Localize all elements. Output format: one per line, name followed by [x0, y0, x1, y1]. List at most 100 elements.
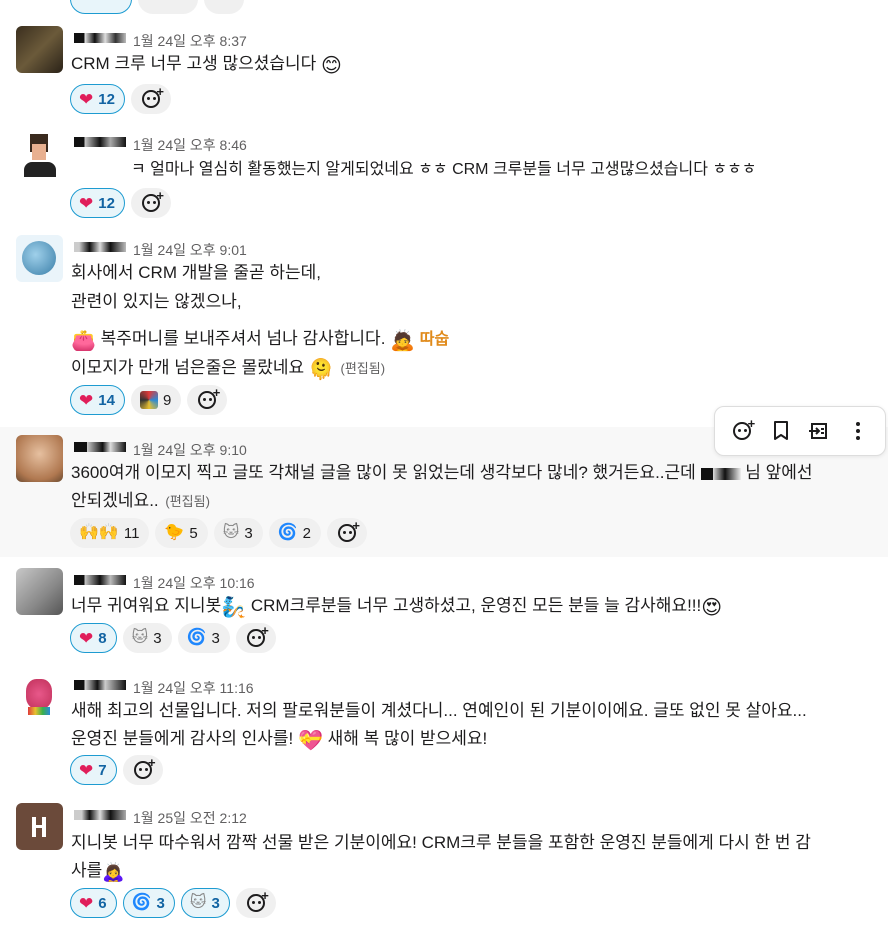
reaction-pill[interactable]: [138, 0, 198, 14]
message: 1월 25일 오전 2:12 지니봇 너무 따수워서 깜짝 선물 받은 기분이에…: [0, 795, 888, 928]
add-reaction-icon: +: [246, 623, 269, 647]
add-reaction-icon: +: [733, 416, 755, 440]
custom-cat-emoji-icon: 🐱: [189, 894, 207, 911]
custom-cat-emoji-icon: 🐱: [222, 524, 240, 541]
timestamp[interactable]: 1월 24일 오후 11:16: [133, 678, 254, 698]
avatar[interactable]: [16, 568, 63, 615]
message: 1월 24일 오후 9:01 회사에서 CRM 개발을 줄곧 하는데, 관련이 …: [0, 227, 888, 423]
forward-action[interactable]: [803, 415, 835, 447]
reaction-custom[interactable]: 🐱 3: [122, 623, 172, 653]
reaction-pill[interactable]: [70, 0, 132, 14]
reaction-custom[interactable]: 🐤 5: [155, 518, 208, 548]
reaction-heart[interactable]: ❤ 14: [70, 385, 125, 415]
custom-emoji-icon: 🐤: [164, 524, 185, 541]
avatar[interactable]: [16, 673, 63, 720]
sender-name[interactable]: [74, 807, 126, 823]
person-emoji-icon: 🙇: [390, 330, 416, 352]
reaction-row: ❤ 6 🌀 3 🐱 3 +: [70, 888, 276, 920]
reaction-row: 🙌🙌 11 🐤 5 🐱 3 🌀 2 +: [70, 518, 367, 550]
timestamp[interactable]: 1월 24일 오후 8:46: [133, 135, 247, 155]
forward-icon: [809, 423, 828, 439]
custom-cat-emoji-icon: 🐱: [131, 629, 149, 646]
reaction-custom[interactable]: 🌀 3: [122, 888, 175, 918]
heart-icon: ❤: [79, 390, 94, 410]
lucky-bag-emoji-icon: 👛: [71, 330, 96, 352]
add-reaction-button[interactable]: +: [235, 888, 276, 918]
reaction-custom[interactable]: 🌀 2: [268, 518, 321, 548]
raised-hands-icon: 🙌🙌: [79, 524, 119, 541]
avatar[interactable]: [16, 130, 63, 177]
timestamp[interactable]: 1월 24일 오후 9:01: [133, 240, 247, 260]
add-reaction-icon: +: [141, 188, 164, 212]
message-text: ㅋ 얼마나 열심히 활동했는지 알게되었네요 ㅎㅎ CRM 크루분들 너무 고생…: [131, 161, 757, 178]
add-reaction-icon: +: [133, 755, 156, 779]
sender-name[interactable]: [74, 572, 126, 588]
reaction-custom[interactable]: 🐱 3: [180, 888, 230, 918]
message-text: 회사에서 CRM 개발을 줄곧 하는데,: [71, 263, 322, 282]
add-reaction-icon: +: [246, 888, 269, 912]
heart-icon: ❤: [79, 893, 94, 913]
genie-emoji-icon: 🧞: [221, 597, 247, 619]
reaction-heart[interactable]: ❤ 8: [70, 623, 117, 653]
reaction-row: ❤ 7 +: [70, 755, 163, 787]
message-text: 지니봇 너무 따수워서 깜짝 선물 받은 기분이에요! CRM크루 분들을 포함…: [71, 833, 811, 852]
timestamp[interactable]: 1월 24일 오후 8:37: [133, 31, 247, 51]
reaction-raised-hands[interactable]: 🙌🙌 11: [70, 518, 150, 548]
message-text: 안되겠네요.. (편집됨): [71, 491, 210, 510]
more-actions[interactable]: [842, 415, 874, 447]
add-reaction-icon: +: [141, 84, 164, 108]
reaction-heart[interactable]: ❤ 12: [70, 188, 125, 218]
message-text: 이모지가 만개 넘은줄은 몰랐네요 🫠 (편집됨): [71, 358, 386, 381]
timestamp[interactable]: 1월 24일 오후 9:10: [133, 440, 247, 460]
mention-name[interactable]: [700, 467, 741, 480]
message: 1월 24일 오후 10:16 너무 귀여워요 지니봇🧞 CRM크루분들 너무 …: [0, 560, 888, 660]
add-reaction-button[interactable]: +: [130, 188, 171, 218]
message: 1월 24일 오후 8:46 ㅋ 얼마나 열심히 활동했는지 알게되었네요 ㅎㅎ…: [0, 122, 888, 222]
add-reaction-button[interactable]: +: [187, 385, 228, 415]
edited-label: (편집됨): [165, 494, 210, 509]
message-text: 3600여개 이모지 찍고 글또 각채널 글을 많이 못 읽었는데 생각보다 많…: [71, 463, 813, 482]
message-text: 운영진 분들에게 감사의 인사를! 💝 새해 복 많이 받으세요!: [71, 729, 488, 752]
avatar[interactable]: [16, 435, 63, 482]
message-text: 새해 최고의 선물입니다. 저의 팔로워분들이 계셨다니... 연예인이 된 기…: [71, 701, 807, 720]
avatar[interactable]: [16, 803, 63, 850]
edited-label: (편집됨): [340, 361, 386, 376]
heart-icon: ❤: [79, 193, 94, 213]
add-reaction-button[interactable]: +: [130, 84, 171, 114]
melting-face-emoji-icon: 🫠: [308, 359, 334, 381]
avatar[interactable]: [16, 235, 63, 282]
reaction-row: ❤ 12 +: [70, 188, 171, 220]
sender-name[interactable]: [74, 134, 126, 150]
reaction-heart[interactable]: ❤ 6: [70, 888, 117, 918]
add-reaction-button[interactable]: +: [326, 518, 367, 548]
heart-icon: ❤: [79, 89, 94, 109]
warm-emoji-text: 따숩: [419, 331, 450, 348]
more-icon: [855, 422, 860, 440]
save-action[interactable]: [765, 415, 797, 447]
timestamp[interactable]: 1월 25일 오전 2:12: [133, 808, 247, 828]
add-reaction-button[interactable]: [204, 0, 244, 14]
sender-name[interactable]: [74, 239, 126, 255]
message-text: 👛 복주머니를 보내주셔서 넘나 감사합니다. 🙇 따숩: [71, 329, 450, 352]
add-reaction-button[interactable]: +: [122, 755, 163, 785]
bookmark-icon: [773, 421, 788, 440]
add-reaction-button[interactable]: +: [235, 623, 276, 653]
reaction-custom[interactable]: 9: [130, 385, 182, 415]
sender-name[interactable]: [74, 30, 126, 46]
add-reaction-icon: +: [198, 385, 220, 409]
reaction-custom[interactable]: 🌀 3: [177, 623, 230, 653]
sender-name[interactable]: [74, 677, 126, 693]
sender-name[interactable]: [74, 439, 126, 455]
reaction-custom[interactable]: 🐱 3: [213, 518, 263, 548]
reaction-heart[interactable]: ❤ 12: [70, 84, 125, 114]
add-reaction-action[interactable]: +: [726, 415, 758, 447]
heart-gift-emoji-icon: 💝: [297, 730, 323, 752]
heart-icon: ❤: [79, 760, 94, 780]
timestamp[interactable]: 1월 24일 오후 10:16: [133, 573, 255, 593]
message: 1월 24일 오후 8:37 CRM 크루 너무 고생 많으셨습니다 😊 ❤ 12…: [0, 18, 888, 118]
reaction-row: ❤ 8 🐱 3 🌀 3 +: [70, 623, 276, 655]
avatar[interactable]: [16, 26, 63, 73]
message-text: 사를🙇‍♀️: [71, 861, 125, 882]
reaction-heart[interactable]: ❤ 7: [70, 755, 117, 785]
custom-emoji-icon: [139, 391, 158, 409]
